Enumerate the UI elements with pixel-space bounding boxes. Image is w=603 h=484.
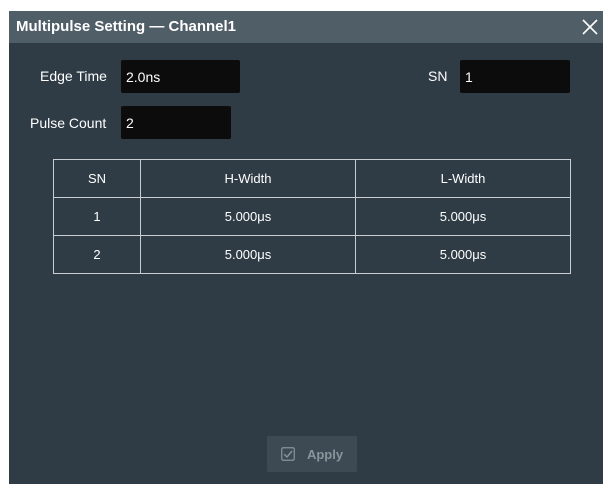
pulse-table: SN H-Width L-Width 1 5.000μs 5.000μs 2 5… bbox=[53, 159, 571, 274]
column-header-sn: SN bbox=[53, 159, 141, 198]
title-bar: Multipulse Setting — Channel1 bbox=[9, 11, 603, 43]
close-button[interactable] bbox=[577, 14, 603, 40]
row-h-width-cell[interactable]: 5.000μs bbox=[140, 197, 356, 236]
multipulse-dialog: Multipulse Setting — Channel1 Edge Time … bbox=[9, 11, 603, 484]
dialog-title: Multipulse Setting — Channel1 bbox=[16, 18, 237, 35]
edge-time-value: 2.0ns bbox=[126, 68, 161, 85]
close-icon bbox=[582, 19, 598, 35]
sn-label: SN bbox=[428, 68, 448, 84]
edge-time-field[interactable]: 2.0ns bbox=[121, 60, 240, 93]
sn-field[interactable]: 1 bbox=[460, 60, 570, 93]
row-h-width-cell[interactable]: 5.000μs bbox=[140, 235, 356, 274]
sn-value: 1 bbox=[465, 68, 473, 85]
row-sn-cell[interactable]: 2 bbox=[53, 235, 141, 274]
column-header-h-width: H-Width bbox=[140, 159, 356, 198]
apply-label: Apply bbox=[306, 446, 344, 462]
checkbox-checked-icon bbox=[281, 447, 295, 461]
edge-time-label: Edge Time bbox=[40, 68, 107, 84]
row-sn-cell[interactable]: 1 bbox=[53, 197, 141, 236]
pulse-count-label: Pulse Count bbox=[30, 115, 107, 131]
pulse-count-field[interactable]: 2 bbox=[121, 106, 231, 139]
row-l-width-cell[interactable]: 5.000μs bbox=[355, 235, 571, 274]
table-header-row: SN H-Width L-Width bbox=[53, 159, 571, 198]
apply-button[interactable]: Apply bbox=[267, 436, 357, 472]
table-row[interactable]: 2 5.000μs 5.000μs bbox=[53, 235, 571, 274]
table-row[interactable]: 1 5.000μs 5.000μs bbox=[53, 197, 571, 236]
pulse-count-value: 2 bbox=[126, 114, 134, 131]
row-l-width-cell[interactable]: 5.000μs bbox=[355, 197, 571, 236]
column-header-l-width: L-Width bbox=[355, 159, 571, 198]
